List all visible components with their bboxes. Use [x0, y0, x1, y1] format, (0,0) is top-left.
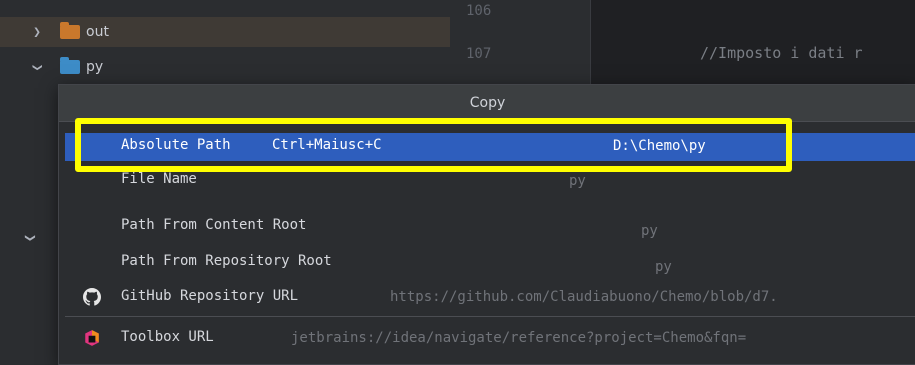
github-icon	[83, 288, 101, 306]
popup-title: Copy	[59, 85, 915, 122]
menu-item-label: GitHub Repository URL	[121, 288, 299, 304]
menu-item-value: py	[655, 259, 672, 275]
menu-item-path-from-content-root[interactable]: Path From Content Root py	[65, 213, 915, 241]
menu-item-value: py	[569, 173, 586, 189]
highlight-annotation-box	[75, 118, 792, 172]
menu-item-label: File Name	[121, 171, 197, 187]
folder-icon	[60, 22, 80, 39]
menu-separator	[65, 316, 915, 317]
menu-item-value: jetbrains://idea/navigate/reference?proj…	[291, 330, 747, 346]
chevron-down-icon[interactable]: ❯	[30, 56, 45, 78]
chevron-right-icon[interactable]: ❯	[26, 25, 48, 40]
menu-item-file-name[interactable]: File Name py	[65, 171, 915, 199]
chevron-down-icon[interactable]: ❯	[22, 234, 38, 242]
tree-item-py[interactable]: ❯ py	[0, 52, 103, 82]
code-line: //Imposto i dati r	[700, 44, 863, 62]
line-number: 106	[466, 3, 492, 19]
menu-item-value: py	[641, 223, 658, 239]
menu-item-label: Path From Content Root	[121, 217, 307, 233]
toolbox-icon	[85, 330, 99, 346]
folder-icon	[60, 57, 80, 74]
menu-item-label: Toolbox URL	[121, 329, 214, 345]
tree-item-out[interactable]: ❯ out	[0, 17, 450, 47]
menu-item-label: Path From Repository Root	[121, 253, 332, 269]
menu-item-path-from-repository-root[interactable]: Path From Repository Root py	[65, 249, 915, 277]
line-number: 107	[466, 46, 492, 62]
tree-item-label: out	[86, 24, 109, 40]
menu-item-value: https://github.com/Claudiabuono/Chemo/bl…	[390, 289, 778, 305]
menu-item-github-repository-url[interactable]: GitHub Repository URL https://github.com…	[65, 284, 915, 312]
menu-item-toolbox-url[interactable]: Toolbox URL jetbrains://idea/navigate/re…	[65, 325, 915, 353]
tree-item-label: py	[86, 59, 104, 75]
